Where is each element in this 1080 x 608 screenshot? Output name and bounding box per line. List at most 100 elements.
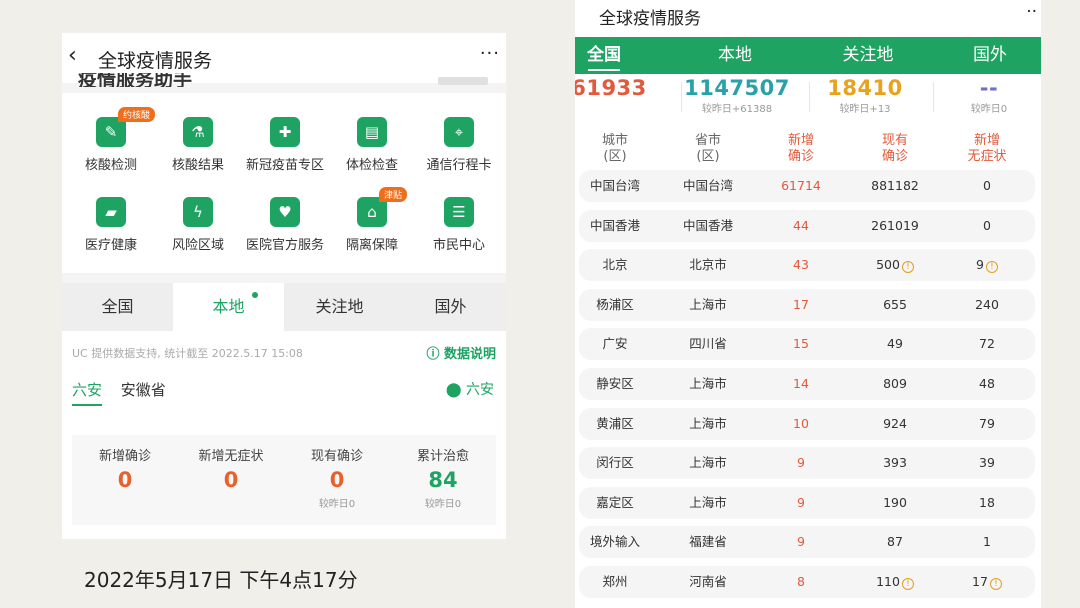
service-hospital-heart[interactable]: ♥ 医院官方服务 (240, 197, 330, 253)
tab-1[interactable]: 本地 (173, 283, 284, 331)
service-vaccine-doc[interactable]: ✚ 新冠疫苗专区 (240, 117, 330, 173)
table-cell: 四川省 (668, 328, 748, 360)
travel-card-icon: ⌖ (444, 117, 474, 147)
column-header: 省市 (区) (694, 133, 721, 164)
stat-label: 新增无症状 (198, 449, 264, 464)
column-header: 城市 (区) (601, 133, 628, 164)
region-province-tab[interactable]: 安徽省 (121, 381, 166, 399)
cell-value: 43 (793, 257, 809, 273)
table-cell: 境外输入 (575, 526, 655, 558)
table-cell: 0 (947, 170, 1027, 202)
table-cell: 809 (855, 368, 935, 400)
summary-value: 1147507 (684, 76, 790, 100)
cell-value: 黄浦区 (596, 415, 634, 431)
service-citizen-card[interactable]: ☰ 市民中心 (414, 197, 504, 253)
page-title: 全球疫情服务 (599, 9, 701, 29)
data-explain-link[interactable]: ⓘ 数据说明 (426, 343, 496, 362)
location-pin-icon: ⬤ (445, 382, 462, 398)
stat-divider (809, 82, 810, 112)
table-row: 中国香港 中国香港 44 261019 0 (579, 209, 1035, 242)
table-cell: 郑州 (575, 566, 655, 598)
table-cell: 8 (761, 566, 841, 598)
back-icon[interactable]: ‹ (68, 43, 77, 68)
service-chart-doc[interactable]: ▤ 体检检查 (327, 117, 417, 173)
cell-value: 广安 (602, 336, 628, 352)
table-cell: 10 (761, 408, 841, 440)
tab-0[interactable]: 全国 (575, 37, 633, 74)
table-cell: 881182 (855, 170, 935, 202)
column-header: 新增 确诊 (787, 133, 814, 164)
table-cell: 河南省 (668, 566, 748, 598)
cell-value: 39 (979, 455, 995, 471)
region-city-tab[interactable]: 六安 (72, 381, 103, 406)
cell-value: 9 (797, 494, 805, 510)
table-row: 境外输入 福建省 9 87 1 (579, 526, 1035, 559)
service-lightning[interactable]: ϟ 风险区域 (153, 197, 243, 253)
helper-title: 疫情服务助手 (78, 73, 193, 87)
cell-value: 0 (983, 217, 991, 233)
table-row: 闵行区 上海市 9 393 39 (579, 447, 1035, 480)
table-cell: 72 (947, 328, 1027, 360)
page-title: 全球疫情服务 (98, 50, 213, 72)
stat-value: 0 (117, 468, 133, 492)
table-cell: 9 (761, 487, 841, 519)
tab-2[interactable]: 关注地 (284, 283, 395, 331)
summary-stat-1: 1147507 较昨日+61388 (679, 76, 795, 115)
table-cell: 110! (855, 566, 935, 598)
cell-value: 110 (876, 574, 900, 589)
cell-value: 17 (972, 574, 988, 589)
stat-0: 新增确诊 0 (72, 445, 178, 492)
warning-icon[interactable]: ! (901, 578, 914, 590)
table-cell: 广安 (575, 328, 655, 360)
local-stats: 新增确诊 0 新增无症状 0 现有确诊 0 较昨日0 累计治愈 84 较昨日0 (72, 435, 496, 525)
more-icon[interactable]: ·· (1026, 2, 1037, 22)
update-dot (252, 292, 258, 298)
cell-value: 500 (876, 257, 900, 273)
cell-value: 240 (975, 296, 999, 312)
more-icon[interactable]: ··· (480, 43, 500, 64)
table-cell: 1 (947, 526, 1027, 558)
service-label: 核酸结果 (171, 158, 224, 173)
service-label: 隔离保障 (345, 238, 398, 253)
warning-icon[interactable]: ! (989, 578, 1002, 590)
cell-value: 9 (797, 534, 805, 550)
service-medical-folder[interactable]: ▰ 医疗健康 (66, 197, 156, 253)
cell-value: 44 (793, 217, 809, 233)
table-cell: 静安区 (575, 368, 655, 400)
question-circle-icon: ⓘ (426, 347, 440, 362)
summary-stat-2: 18410 较昨日+13 (807, 76, 923, 115)
warning-icon[interactable]: ! (901, 261, 914, 274)
service-test-tube[interactable]: ✎ 约核酸 核酸检测 (66, 107, 156, 173)
table-cell: 500! (855, 249, 935, 281)
tab-1[interactable]: 本地 (675, 37, 795, 74)
table-cell: 上海市 (668, 487, 748, 519)
table-cell: 杨浦区 (575, 289, 655, 321)
tab-3[interactable]: 国外 (395, 283, 506, 331)
tab-2[interactable]: 关注地 (797, 37, 939, 74)
table-cell: 79 (947, 408, 1027, 440)
service-label: 医疗健康 (84, 238, 137, 253)
stat-label: 新增确诊 (98, 449, 151, 464)
service-travel-card[interactable]: ⌖ 通信行程卡 (414, 117, 504, 173)
location-button[interactable]: ⬤ 六安 (446, 379, 494, 399)
stat-label: 现有确诊 (310, 449, 363, 464)
cell-value: 上海市 (689, 455, 727, 471)
region-selector: 六安 安徽省 (72, 379, 166, 406)
lightning-icon: ϟ (183, 197, 213, 227)
service-house-heart[interactable]: ⌂ 津贴 隔离保障 (327, 187, 417, 253)
tab-3[interactable]: 国外 (939, 37, 1041, 74)
warning-icon[interactable]: ! (985, 261, 998, 274)
service-label: 市民中心 (432, 238, 485, 253)
stat-value: 0 (329, 468, 345, 492)
summary-value: -- (979, 76, 999, 100)
cell-value: 79 (979, 415, 995, 431)
table-cell: 上海市 (668, 408, 748, 440)
table-cell: 0 (947, 210, 1027, 242)
table-row: 广安 四川省 15 49 72 (579, 328, 1035, 361)
table-cell: 61714 (761, 170, 841, 202)
service-flask[interactable]: ⚗ 核酸结果 (153, 117, 243, 173)
stat-3: 累计治愈 84 较昨日0 (390, 445, 496, 510)
tab-0[interactable]: 全国 (62, 283, 173, 331)
cell-value: 15 (793, 336, 809, 352)
table-cell: 190 (855, 487, 935, 519)
